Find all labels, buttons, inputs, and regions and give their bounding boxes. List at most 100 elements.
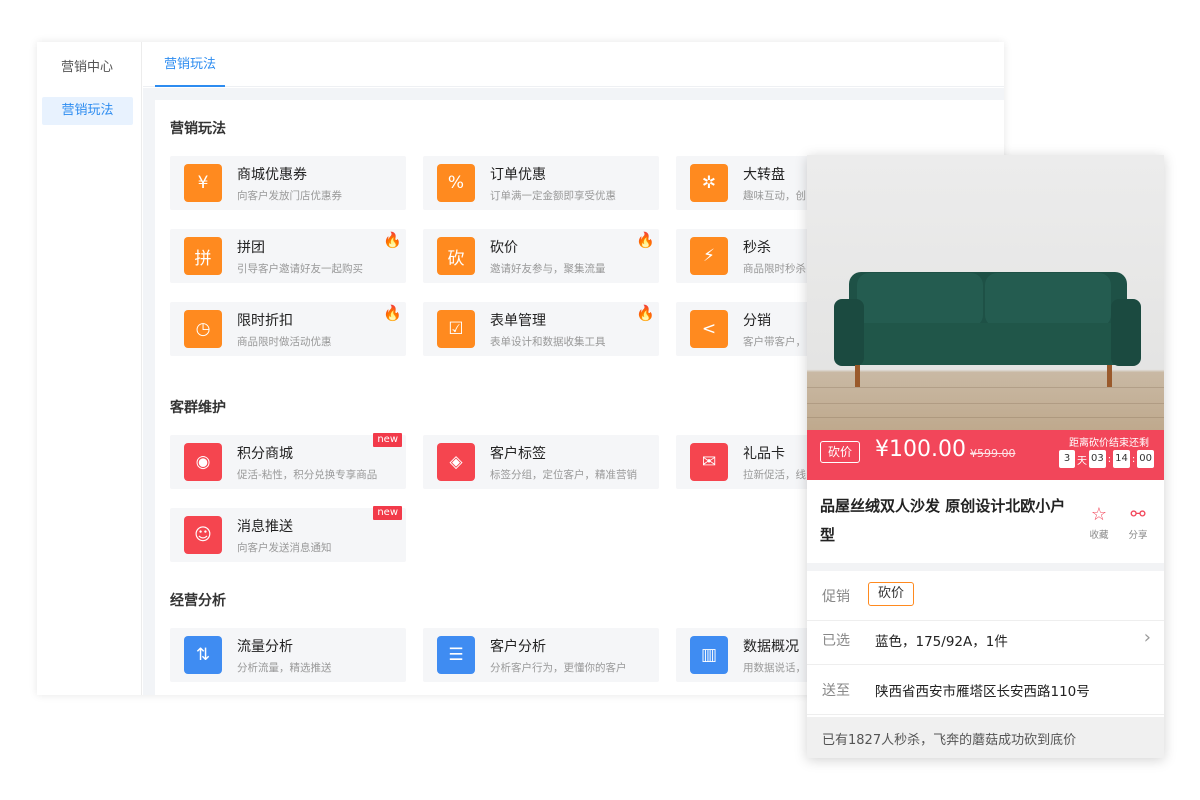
feature-desc: 订单满一定金额即享受优惠 <box>490 190 616 202</box>
feature-card[interactable]: ¥ 商城优惠券向客户发放门店优惠券 <box>170 156 406 210</box>
countdown-seconds: 00 <box>1137 450 1154 468</box>
hot-flame-icon: 🔥 <box>383 304 402 322</box>
clock-icon: ◷ <box>184 310 222 348</box>
share-icon: ⚯ <box>1130 504 1146 525</box>
giftcard-icon: ✉ <box>690 443 728 481</box>
section-title: 客群维护 <box>170 400 226 416</box>
feature-desc: 拉新促活，线 <box>743 469 806 481</box>
section-title: 营销玩法 <box>170 121 226 137</box>
countdown: 3 天 03 : 14 : 00 <box>1059 450 1154 468</box>
feature-desc: 用数据说话， <box>743 662 806 674</box>
traffic-icon: ⇅ <box>184 636 222 674</box>
feature-name: 消息推送 <box>237 519 293 535</box>
collect-button[interactable]: ☆ 收藏 <box>1085 504 1113 542</box>
hot-flame-icon: 🔥 <box>383 231 402 249</box>
coins-icon: ◉ <box>184 443 222 481</box>
percent-icon: % <box>437 164 475 202</box>
star-icon: ☆ <box>1090 504 1108 525</box>
product-photo <box>807 155 1164 430</box>
feature-card[interactable]: ☺ 消息推送向客户发送消息通知 new <box>170 506 406 562</box>
countdown-day-unit: 天 <box>1077 455 1088 467</box>
share-button[interactable]: ⚯ 分享 <box>1124 504 1152 542</box>
tab-marketing[interactable]: 营销玩法 <box>155 42 225 87</box>
feature-name: 客户标签 <box>490 446 546 462</box>
feature-name: 表单管理 <box>490 313 546 329</box>
share-label: 分享 <box>1128 530 1148 541</box>
product-title: 品屋丝绒双人沙发 原创设计北欧小户型 <box>820 497 1066 544</box>
feature-card[interactable]: ◷ 限时折扣商品限时做活动优惠 🔥 <box>170 302 406 356</box>
top-tabbar: 营销玩法 <box>143 42 1004 87</box>
feature-desc: 标签分组，定位客户，精准营销 <box>490 469 637 481</box>
feature-card[interactable]: % 订单优惠订单满一定金额即享受优惠 <box>423 156 659 210</box>
feature-desc: 分析流量，精选推送 <box>237 662 332 674</box>
tag-icon: ◈ <box>437 443 475 481</box>
ship-label: 送至 <box>822 683 850 699</box>
feature-desc: 表单设计和数据收集工具 <box>490 336 606 348</box>
sidebar-item-marketing[interactable]: 营销玩法 <box>42 97 133 125</box>
message-icon: ☺ <box>184 516 222 554</box>
feature-card[interactable]: 拼拼团引导客户邀请好友一起购买 🔥 <box>170 229 406 283</box>
feature-desc: 客户带客户， <box>743 336 806 348</box>
feature-name: 砍价 <box>490 240 518 256</box>
bargain-icon: 砍 <box>437 237 475 275</box>
feature-name: 拼团 <box>237 240 265 256</box>
feature-card[interactable]: ◉ 积分商城促活-粘性，积分兑换专享商品 new <box>170 433 406 489</box>
group-icon: 拼 <box>184 237 222 275</box>
hot-flame-icon: 🔥 <box>636 231 655 249</box>
current-price: ¥100.00 <box>875 437 966 462</box>
countdown-days: 3 <box>1059 450 1076 468</box>
feature-name: 数据概况 <box>743 639 799 655</box>
promo-tag: 砍价 <box>868 582 915 606</box>
feature-name: 商城优惠券 <box>237 167 307 183</box>
feature-name: 客户分析 <box>490 639 546 655</box>
hot-flame-icon: 🔥 <box>636 304 655 322</box>
promo-row: 促销 砍价 <box>807 571 1164 621</box>
feature-desc: 分析客户行为，更懂你的客户 <box>490 662 627 674</box>
product-preview: 砍价 ¥100.00 ¥599.00 距离砍价结束还剩 3 天 03 : 14 … <box>807 155 1164 758</box>
ship-address: 陕西省西安市雁塔区长安西路110号 <box>875 684 1090 700</box>
divider <box>807 563 1164 571</box>
sidebar-title: 营销中心 <box>60 60 113 75</box>
countdown-label: 距离砍价结束还剩 <box>1069 438 1149 449</box>
original-price: ¥599.00 <box>970 447 1016 460</box>
feature-desc: 促活-粘性，积分兑换专享商品 <box>237 469 378 481</box>
countdown-minutes: 14 <box>1113 450 1130 468</box>
feature-card[interactable]: ☰ 客户分析分析客户行为，更懂你的客户 <box>423 628 659 682</box>
share-icon: < <box>690 310 728 348</box>
feature-desc: 引导客户邀请好友一起购买 <box>237 263 363 275</box>
feature-card[interactable]: ⇅ 流量分析分析流量，精选推送 <box>170 628 406 682</box>
feature-card[interactable]: 砍砍价邀请好友参与，聚集流量 🔥 <box>423 229 659 283</box>
flash-icon: ⚡ <box>690 237 728 275</box>
feature-name: 限时折扣 <box>237 313 293 329</box>
feature-desc: 趣味互动，创 <box>743 190 806 202</box>
feature-card[interactable]: ◈ 客户标签标签分组，定位客户，精准营销 <box>423 435 659 489</box>
feature-card[interactable]: ☑ 表单管理表单设计和数据收集工具 🔥 <box>423 302 659 356</box>
feature-desc: 向客户发放门店优惠券 <box>237 190 342 202</box>
feature-desc: 向客户发送消息通知 <box>237 542 332 554</box>
form-icon: ☑ <box>437 310 475 348</box>
coupon-icon: ¥ <box>184 164 222 202</box>
price-bar: 砍价 ¥100.00 ¥599.00 距离砍价结束还剩 3 天 03 : 14 … <box>807 430 1164 480</box>
bargain-tag: 砍价 <box>820 441 860 463</box>
feature-name: 流量分析 <box>237 639 293 655</box>
selected-label: 已选 <box>822 633 850 649</box>
selected-row[interactable]: 已选 蓝色，175/92A，1件 › <box>807 615 1164 665</box>
customer-icon: ☰ <box>437 636 475 674</box>
promo-label: 促销 <box>822 589 850 605</box>
feature-name: 分销 <box>743 313 771 329</box>
chart-icon: ▥ <box>690 636 728 674</box>
wheel-icon: ✲ <box>690 164 728 202</box>
feature-desc: 商品限时做活动优惠 <box>237 336 332 348</box>
countdown-hours: 03 <box>1089 450 1106 468</box>
feature-desc: 邀请好友参与，聚集流量 <box>490 263 606 275</box>
feature-name: 积分商城 <box>237 446 293 462</box>
feature-name: 订单优惠 <box>490 167 546 183</box>
chevron-right-icon: › <box>1143 627 1151 648</box>
feature-name: 秒杀 <box>743 240 771 256</box>
activity-ticker: 已有1827人秒杀，飞奔的蘑菇成功砍到底价 <box>807 717 1164 758</box>
feature-name: 礼品卡 <box>743 446 785 462</box>
shipping-row[interactable]: 送至 陕西省西安市雁塔区长安西路110号 <box>807 665 1164 715</box>
new-badge: new <box>373 506 402 520</box>
new-badge: new <box>373 433 402 447</box>
selected-value: 蓝色，175/92A，1件 <box>875 634 1008 650</box>
